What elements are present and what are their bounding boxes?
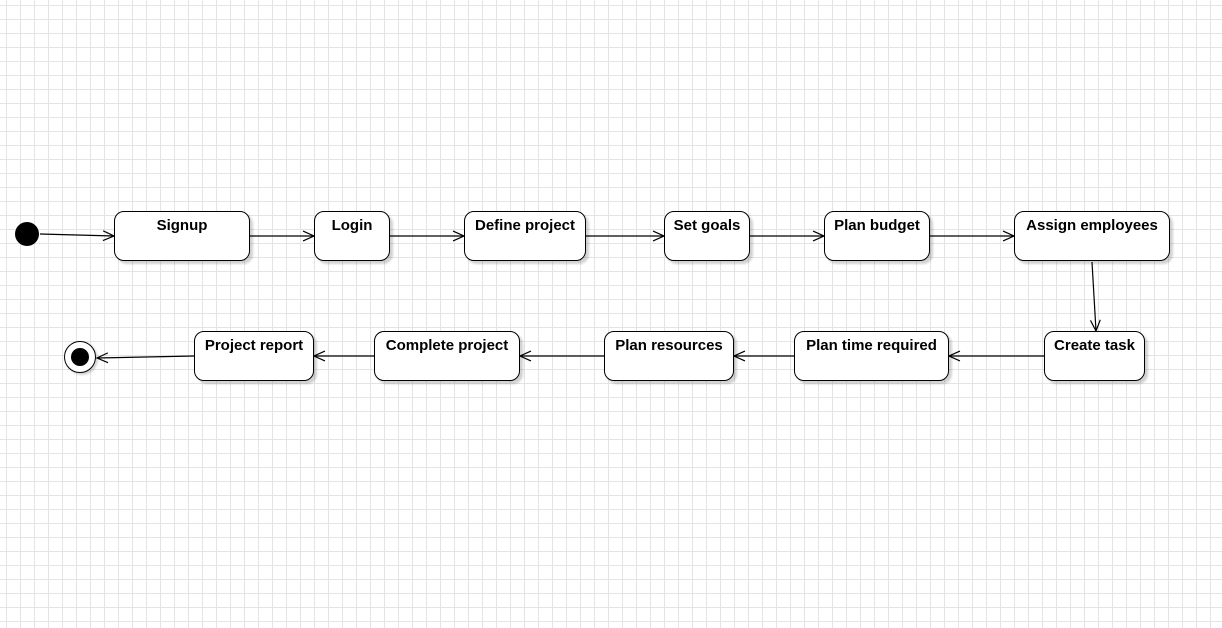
state-complete-project[interactable]: Complete project xyxy=(374,331,520,381)
state-define-project[interactable]: Define project xyxy=(464,211,586,261)
transition-arrow xyxy=(250,230,316,242)
initial-node xyxy=(15,222,39,246)
state-plan-time-required[interactable]: Plan time required xyxy=(794,331,949,381)
state-label: Assign employees xyxy=(1026,217,1158,234)
state-label: Complete project xyxy=(385,337,509,354)
transition-arrow xyxy=(1089,261,1101,333)
transition-arrow xyxy=(39,230,116,242)
transition-arrows xyxy=(39,230,1101,364)
transition-arrow xyxy=(930,230,1016,242)
state-label: Plan time required xyxy=(806,337,937,354)
state-label: Set goals xyxy=(673,217,741,234)
state-project-report[interactable]: Project report xyxy=(194,331,314,381)
transition-arrow xyxy=(390,230,466,242)
state-label: Create task xyxy=(1054,337,1135,354)
transition-arrow xyxy=(518,350,604,362)
state-create-task[interactable]: Create task xyxy=(1044,331,1145,381)
state-label: Project report xyxy=(204,337,304,354)
diagram-canvas: Signup Login Define project Set goals Pl… xyxy=(0,0,1222,628)
transition-arrow xyxy=(947,350,1044,362)
transition-arrow xyxy=(312,350,374,362)
transition-arrow xyxy=(750,230,826,242)
transition-arrow xyxy=(95,352,195,364)
state-label: Login xyxy=(331,217,373,234)
final-node-dot xyxy=(71,348,89,366)
state-set-goals[interactable]: Set goals xyxy=(664,211,750,261)
state-login[interactable]: Login xyxy=(314,211,390,261)
final-node xyxy=(64,341,96,373)
state-label: Plan resources xyxy=(615,337,723,354)
state-label: Signup xyxy=(156,217,208,234)
state-signup[interactable]: Signup xyxy=(114,211,250,261)
state-plan-budget[interactable]: Plan budget xyxy=(824,211,930,261)
state-plan-resources[interactable]: Plan resources xyxy=(604,331,734,381)
transition-arrow xyxy=(586,230,666,242)
transition-arrow xyxy=(732,350,794,362)
state-assign-employees[interactable]: Assign employees xyxy=(1014,211,1170,261)
state-label: Define project xyxy=(474,217,576,234)
state-label: Plan budget xyxy=(834,217,920,234)
